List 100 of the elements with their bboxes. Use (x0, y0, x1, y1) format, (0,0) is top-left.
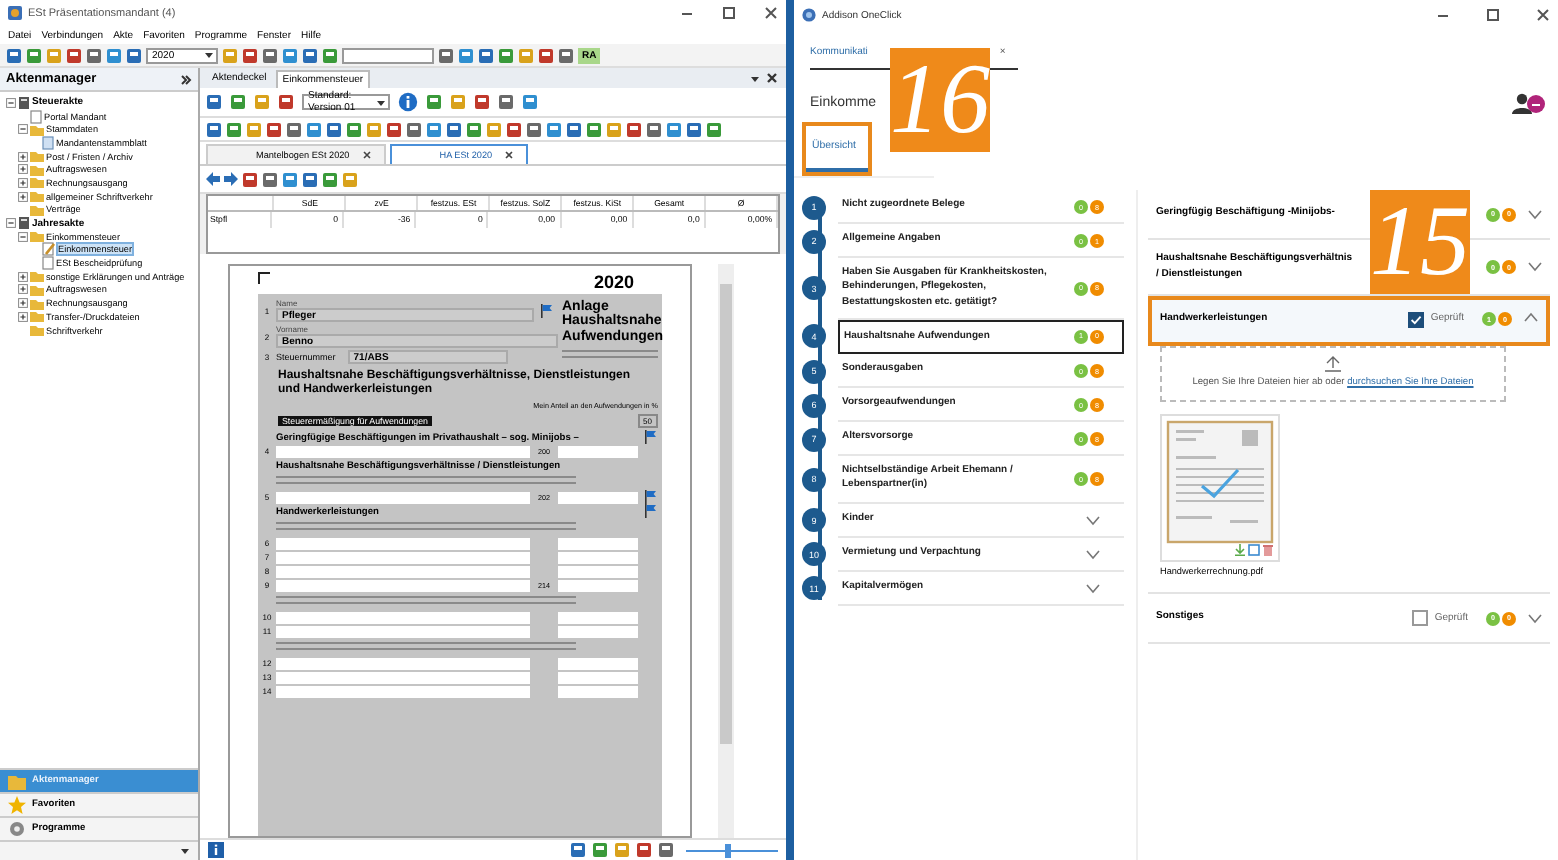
toolbar-icon[interactable] (6, 47, 22, 63)
chevron-down-icon[interactable] (1086, 549, 1100, 559)
forward-arrow-icon[interactable] (224, 172, 238, 186)
toolbar-icon[interactable] (46, 47, 62, 63)
toolbar-icon[interactable] (66, 47, 82, 63)
chevron-up-icon[interactable] (1524, 312, 1538, 322)
chevron-down-icon[interactable] (1528, 209, 1542, 219)
caret-icon[interactable] (180, 846, 190, 856)
user-icons[interactable] (1510, 91, 1546, 113)
toolbar-icon[interactable] (262, 171, 278, 187)
toolbar-icon[interactable] (226, 121, 242, 137)
scrollbar[interactable] (718, 264, 734, 838)
toolbar-icon[interactable] (426, 121, 442, 137)
toolbar-icon[interactable] (522, 94, 538, 110)
input-field[interactable] (276, 685, 530, 698)
toolbar-icon[interactable] (106, 47, 122, 63)
toolbar-icon[interactable] (606, 121, 622, 137)
toolbar-icon[interactable] (322, 47, 338, 63)
toolbar-icon[interactable] (486, 121, 502, 137)
toolbar-icon[interactable] (266, 121, 282, 137)
toolbar-icon[interactable] (592, 842, 608, 858)
toolbar-icon[interactable] (322, 171, 338, 187)
toolbar-icon[interactable] (614, 842, 630, 858)
chevron-down-icon[interactable] (1086, 583, 1100, 593)
back-arrow-icon[interactable] (206, 172, 220, 186)
expand-icon[interactable] (18, 164, 28, 175)
input-field[interactable] (276, 625, 530, 638)
expand-icon[interactable] (18, 311, 28, 322)
input-field[interactable] (558, 611, 638, 624)
zoom-slider[interactable] (724, 843, 731, 857)
toolbar-icon[interactable] (302, 171, 318, 187)
collapse-icon[interactable] (18, 124, 28, 135)
toolbar-icon[interactable] (306, 121, 322, 137)
toolbar-icon[interactable] (666, 121, 682, 137)
input-field[interactable] (558, 671, 638, 684)
input-field[interactable] (276, 657, 530, 670)
maximize-icon[interactable] (1486, 8, 1500, 22)
flag-icon[interactable] (644, 490, 656, 505)
info-icon[interactable] (398, 92, 418, 112)
input-field[interactable] (276, 491, 530, 504)
toolbar-icon[interactable] (538, 47, 554, 63)
input-field[interactable] (558, 565, 638, 578)
toolbar-icon[interactable] (254, 94, 270, 110)
toolbar-icon[interactable] (446, 121, 462, 137)
toolbar-icon[interactable] (438, 47, 454, 63)
toolbar-icon[interactable] (498, 94, 514, 110)
toolbar-icon[interactable] (626, 121, 642, 137)
toolbar-icon[interactable] (406, 121, 422, 137)
toolbar-icon[interactable] (246, 121, 262, 137)
toolbar-icon[interactable] (278, 94, 294, 110)
text-field[interactable] (342, 47, 434, 63)
toolbar-icon[interactable] (426, 94, 442, 110)
toolbar-icon[interactable] (474, 94, 490, 110)
toolbar-icon[interactable] (526, 121, 542, 137)
toolbar-icon[interactable] (386, 121, 402, 137)
toolbar-icon[interactable] (282, 171, 298, 187)
flag-icon[interactable] (540, 303, 552, 317)
toolbar-icon[interactable] (230, 94, 246, 110)
info-icon[interactable] (208, 842, 224, 858)
toolbar-icon[interactable] (636, 842, 652, 858)
input-field[interactable] (276, 537, 530, 550)
toolbar-icon[interactable] (478, 47, 494, 63)
checked-checkbox-icon[interactable] (1408, 312, 1425, 328)
toolbar-icon[interactable] (570, 842, 586, 858)
pin-icon[interactable] (180, 73, 192, 85)
toolbar-icon[interactable] (346, 121, 362, 137)
checkbox-icon[interactable] (1412, 610, 1429, 626)
collapse-icon[interactable] (6, 218, 16, 229)
toolbar-icon[interactable] (566, 121, 582, 137)
toolbar-icon[interactable] (506, 121, 522, 137)
input-field[interactable] (558, 657, 638, 670)
maximize-icon[interactable] (722, 6, 736, 20)
toolbar-icon[interactable] (262, 47, 278, 63)
collapse-icon[interactable] (6, 97, 16, 108)
chevron-down-icon[interactable] (1528, 262, 1542, 272)
close-icon[interactable] (764, 6, 778, 20)
expand-icon[interactable] (18, 298, 28, 309)
input-field[interactable] (276, 445, 530, 458)
toolbar-icon[interactable] (126, 47, 142, 63)
input-field[interactable] (558, 537, 638, 550)
chevron-down-icon[interactable] (1086, 515, 1100, 525)
close-icon[interactable] (361, 150, 372, 160)
dropdown-icon[interactable] (750, 73, 760, 83)
toolbar-icon[interactable] (302, 47, 318, 63)
toolbar-icon[interactable] (222, 47, 238, 63)
collapse-icon[interactable] (18, 231, 28, 242)
toolbar-icon[interactable] (498, 47, 514, 63)
toolbar-icon[interactable] (658, 842, 674, 858)
flag-icon[interactable] (644, 504, 656, 519)
expand-icon[interactable] (18, 271, 28, 282)
input-field[interactable] (558, 551, 638, 564)
input-field[interactable] (558, 491, 638, 504)
close-icon[interactable] (766, 72, 778, 84)
toolbar-icon[interactable] (86, 47, 102, 63)
toolbar-icon[interactable] (342, 171, 358, 187)
input-field[interactable] (558, 625, 638, 638)
input-field[interactable] (276, 611, 530, 624)
toolbar-icon[interactable] (286, 121, 302, 137)
flag-icon[interactable] (644, 430, 656, 445)
toolbar-icon[interactable] (366, 121, 382, 137)
